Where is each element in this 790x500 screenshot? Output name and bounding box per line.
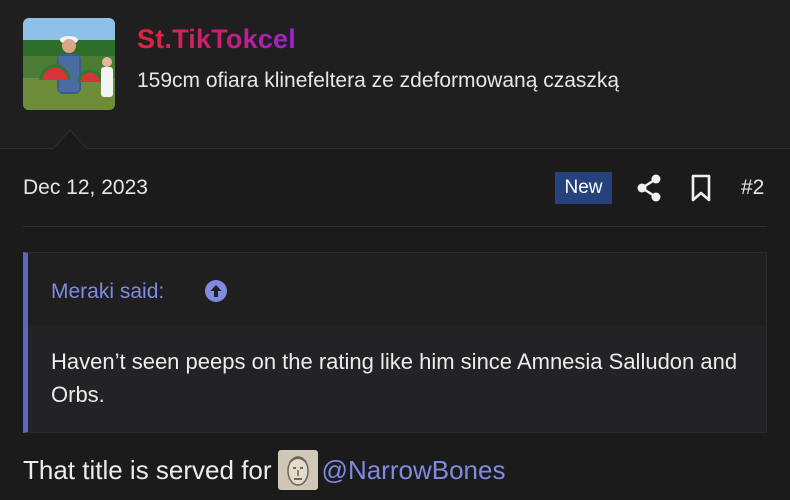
post-text: That title is served for <box>23 454 272 485</box>
quote-text: Haven’t seen peeps on the rating like hi… <box>51 349 738 407</box>
bookmark-icon[interactable] <box>689 174 713 202</box>
user-mention-link[interactable]: @NarrowBones <box>322 455 506 486</box>
arrow-up-circle-icon[interactable] <box>204 279 228 303</box>
quote-header: Meraki said: <box>28 253 766 326</box>
share-icon[interactable] <box>636 174 662 202</box>
new-badge: New <box>555 172 612 204</box>
caret-pointer <box>52 129 88 150</box>
mention-avatar <box>277 450 318 490</box>
post-date[interactable]: Dec 12, 2023 <box>23 176 148 200</box>
user-title: 159cm ofiara klinefeltera ze zdeformowan… <box>137 69 620 92</box>
post-meta: Dec 12, 2023 New #2 <box>0 150 790 228</box>
divider <box>23 226 767 227</box>
username[interactable]: St.TikTokcel <box>137 24 296 55</box>
user-avatar[interactable] <box>23 18 115 110</box>
quote-block: Meraki said: Haven’t seen peeps on the r… <box>23 252 767 433</box>
quote-author-link[interactable]: Meraki said: <box>51 280 164 304</box>
post-number-link[interactable]: #2 <box>741 176 764 200</box>
user-header: St.TikTokcel 159cm ofiara klinefeltera z… <box>0 0 790 150</box>
post-body: That title is served for @NarrowBones <box>23 450 506 490</box>
